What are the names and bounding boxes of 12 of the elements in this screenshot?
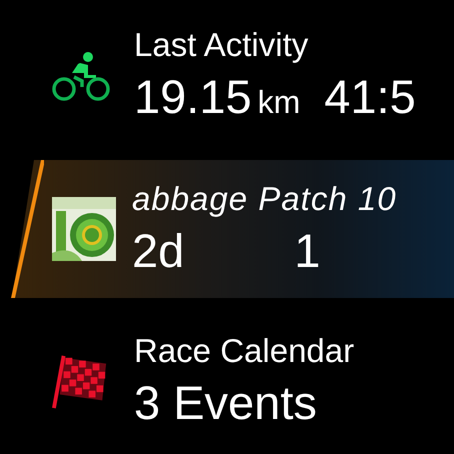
glance-title: Race Calendar: [134, 331, 354, 371]
glance-value: 2d: [132, 223, 184, 279]
cyclist-icon: [52, 51, 110, 103]
glance-row[interactable]: Race Calendar 3 Events: [0, 326, 454, 436]
glance-value: 3 Events: [134, 375, 317, 431]
glance-title: Last Activity: [134, 24, 310, 64]
glance-row[interactable]: Last Activity 19.15 km 41:5: [0, 22, 454, 132]
glance-value: 1: [294, 223, 320, 279]
glance-title: abbage Patch 10: [132, 179, 397, 219]
unit-label: km: [258, 82, 300, 122]
glance-value: 19.15: [134, 68, 252, 124]
glance-value: 41:5: [324, 68, 416, 124]
